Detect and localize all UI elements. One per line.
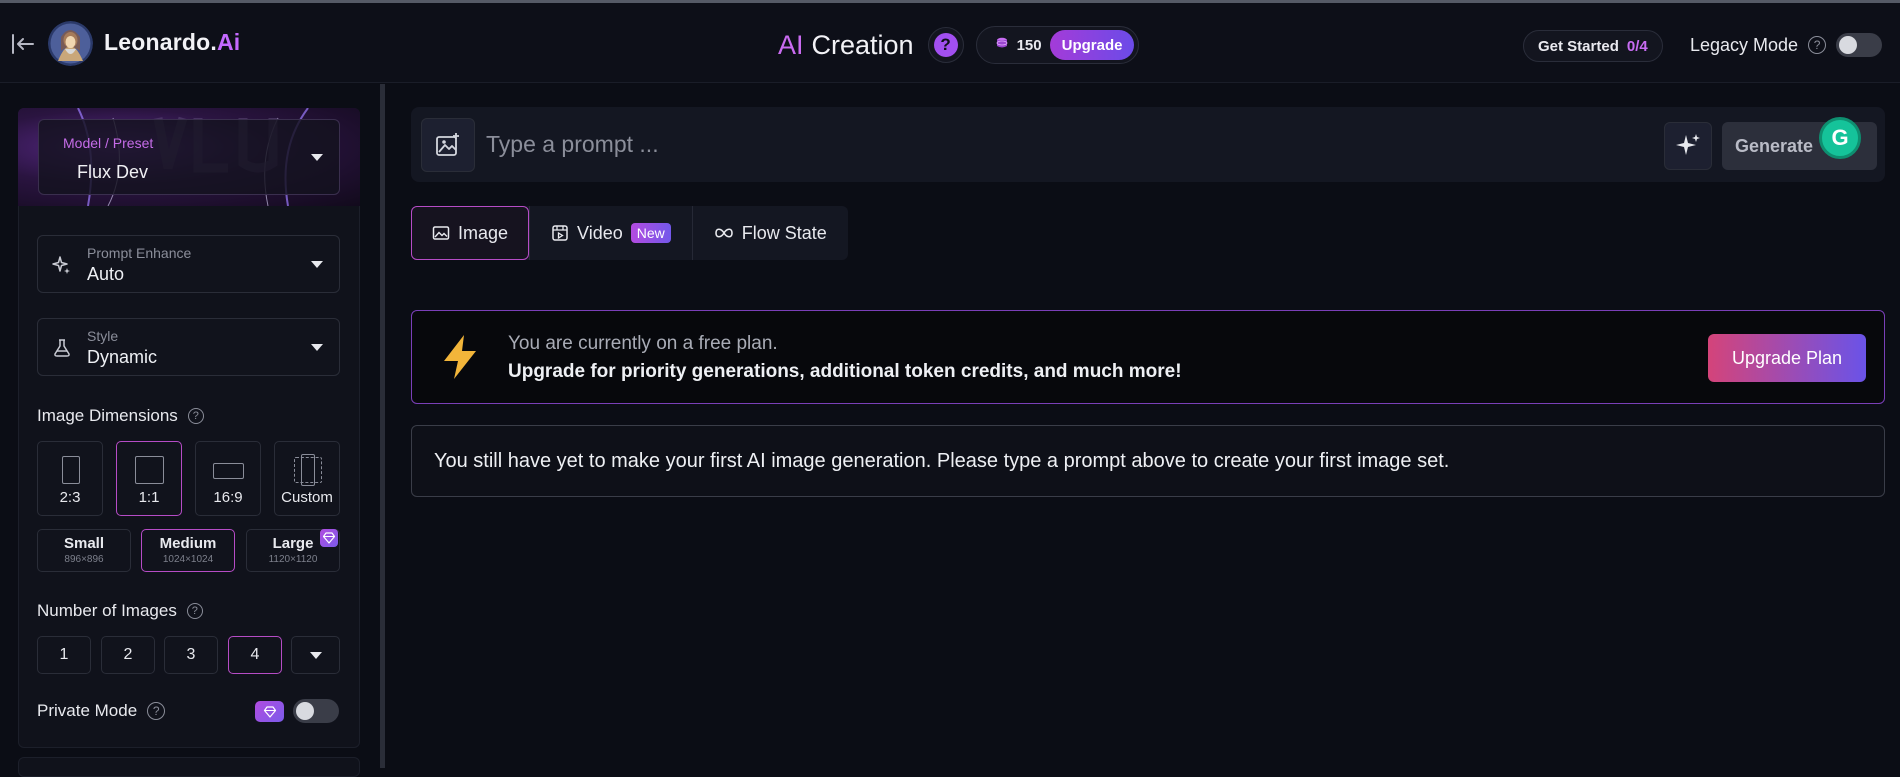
private-mode-row: Private Mode ?	[37, 701, 166, 721]
grammarly-icon[interactable]: G	[1819, 117, 1861, 159]
generation-type-tabs: Image Video New Flow State	[411, 206, 848, 260]
prompt-enhance-dropdown[interactable]: Prompt Enhance Auto	[37, 235, 340, 293]
brand-name[interactable]: Leonardo.Ai	[104, 29, 240, 56]
portrait-ratio-icon	[62, 456, 80, 484]
sparkle-icon	[52, 255, 72, 275]
sparkle-icon	[1676, 134, 1700, 155]
aspect-ratio-2-3[interactable]: 2:3	[37, 441, 103, 516]
legacy-mode-toggle[interactable]	[1836, 33, 1883, 57]
video-icon	[552, 225, 568, 241]
sidebar-scrollbar[interactable]	[380, 84, 385, 768]
model-preset-label: Model / Preset	[63, 135, 154, 151]
number-of-images-heading: Number of Images ?	[37, 601, 203, 621]
get-started-pill[interactable]: Get Started 0/4	[1523, 30, 1663, 62]
square-ratio-icon	[135, 456, 164, 484]
style-label: Style	[87, 328, 119, 344]
upgrade-button[interactable]: Upgrade	[1049, 30, 1135, 60]
token-coins-icon	[995, 36, 1009, 54]
legacy-mode-help-icon[interactable]: ?	[1808, 36, 1827, 54]
tab-flow-state[interactable]: Flow State	[693, 206, 848, 260]
num-images-4[interactable]: 4	[228, 636, 282, 674]
model-preset-value: Flux Dev	[77, 162, 149, 182]
image-dimensions-help-icon[interactable]: ?	[187, 408, 204, 424]
image-icon	[432, 226, 450, 240]
private-mode-help-icon[interactable]: ?	[147, 702, 166, 720]
num-images-2[interactable]: 2	[101, 636, 155, 674]
add-image-icon	[436, 133, 459, 156]
premium-gem-icon	[255, 701, 284, 722]
empty-generations-message: You still have yet to make your first AI…	[411, 425, 1885, 497]
flask-icon	[52, 338, 72, 358]
leonardo-logo-avatar[interactable]	[48, 21, 93, 66]
prompt-bar: Generate	[411, 107, 1885, 182]
help-button[interactable]: ?	[927, 27, 964, 63]
chevron-down-icon	[311, 261, 323, 268]
private-mode-toggle[interactable]	[293, 699, 339, 723]
landscape-ratio-icon	[213, 463, 244, 479]
aspect-ratio-16-9[interactable]: 16:9	[195, 441, 261, 516]
question-icon: ?	[933, 33, 958, 57]
custom-ratio-inner-icon	[301, 454, 315, 486]
model-preset-dropdown[interactable]: Model / Preset Flux Dev	[38, 119, 340, 195]
free-plan-banner: You are currently on a free plan. Upgrad…	[411, 310, 1885, 404]
new-badge: New	[630, 223, 671, 243]
num-images-3[interactable]: 3	[164, 636, 218, 674]
prompt-input[interactable]	[486, 123, 1666, 165]
top-header: Leonardo.Ai AI Creation ? 150 Upgrade Ge…	[0, 3, 1900, 83]
size-medium[interactable]: Medium 1024×1024	[141, 529, 235, 572]
legacy-mode: Legacy Mode ?	[1690, 33, 1883, 57]
tab-image[interactable]: Image	[411, 206, 530, 260]
free-plan-promo: Upgrade for priority generations, additi…	[508, 361, 1182, 382]
chevron-down-icon	[311, 344, 323, 351]
num-images-1[interactable]: 1	[37, 636, 91, 674]
num-images-more-dropdown[interactable]	[291, 636, 340, 674]
number-of-images-help-icon[interactable]: ?	[186, 603, 203, 619]
legacy-mode-label: Legacy Mode	[1690, 34, 1799, 55]
page-title-ai: AI	[778, 29, 804, 60]
get-started-label: Get Started	[1538, 37, 1619, 55]
token-count: 150	[1016, 36, 1042, 54]
premium-gem-icon	[320, 529, 338, 547]
chevron-down-icon	[309, 651, 322, 659]
chevron-down-icon	[311, 154, 323, 161]
infinity-icon	[714, 228, 733, 238]
prompt-enhance-sparkle-button[interactable]	[1664, 122, 1712, 170]
prompt-enhance-value: Auto	[87, 264, 125, 284]
image-dimensions-heading: Image Dimensions ?	[37, 406, 204, 426]
sidebar-next-panel	[18, 757, 360, 777]
style-value: Dynamic	[87, 347, 158, 367]
lightning-bolt-icon	[438, 333, 482, 389]
token-balance-pill[interactable]: 150 Upgrade	[975, 26, 1140, 64]
aspect-ratio-custom[interactable]: Custom	[274, 441, 340, 516]
header-center: AI Creation ? 150 Upgrade	[778, 25, 1140, 65]
upgrade-plan-button[interactable]: Upgrade Plan	[1708, 334, 1866, 382]
prompt-enhance-label: Prompt Enhance	[87, 245, 192, 261]
get-started-progress: 0/4	[1626, 37, 1648, 55]
style-dropdown[interactable]: Style Dynamic	[37, 318, 340, 376]
size-small[interactable]: Small 896×896	[37, 529, 131, 572]
page-title: Creation	[811, 29, 914, 60]
private-mode-label: Private Mode	[37, 701, 138, 720]
free-plan-status: You are currently on a free plan.	[508, 333, 778, 354]
back-arrow-icon[interactable]	[10, 31, 38, 57]
tab-video[interactable]: Video New	[530, 206, 692, 260]
aspect-ratio-1-1[interactable]: 1:1	[116, 441, 182, 516]
image-guidance-button[interactable]	[421, 118, 475, 172]
